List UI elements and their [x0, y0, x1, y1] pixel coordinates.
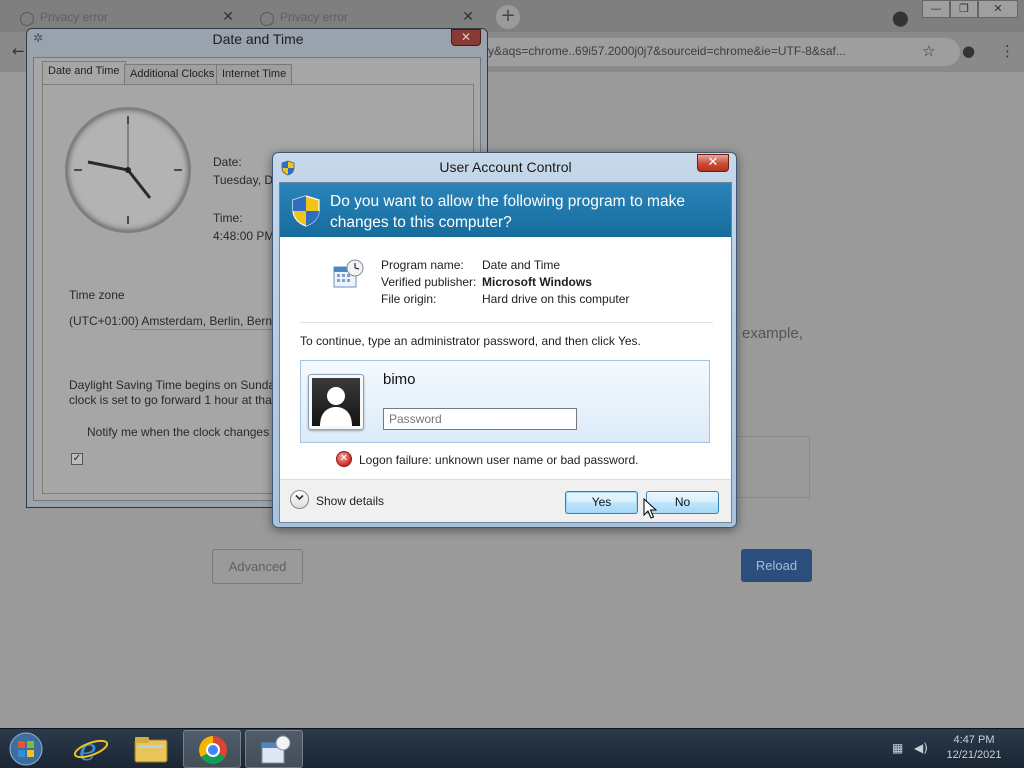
error-icon: ✕	[336, 451, 352, 467]
new-tab-button[interactable]: +	[496, 5, 520, 29]
tab-additional-clocks[interactable]: Additional Clocks	[124, 64, 221, 84]
date-time-window-title: Date and Time	[212, 31, 304, 47]
error-message: Logon failure: unknown user name or bad …	[359, 453, 639, 467]
calendar-clock-icon	[261, 735, 291, 764]
password-field[interactable]	[383, 408, 577, 430]
analog-clock	[65, 107, 191, 233]
close-window-button[interactable]: ✕	[978, 0, 1018, 18]
close-button[interactable]: ✕	[697, 154, 729, 172]
close-icon[interactable]: ✕	[222, 8, 234, 25]
taskbar-chrome[interactable]	[183, 730, 241, 768]
file-origin-value: Hard drive on this computer	[482, 292, 630, 306]
program-name-value: Date and Time	[482, 258, 561, 272]
uac-shield-icon	[292, 195, 320, 227]
account-icon[interactable]: ●	[962, 42, 975, 60]
minimize-button[interactable]: —	[922, 0, 950, 18]
user-silhouette-icon	[312, 378, 360, 426]
system-clock[interactable]: 4:47 PM 12/21/2021	[944, 733, 1004, 763]
time-zone-label: Time zone	[69, 288, 125, 302]
svg-text:e: e	[79, 733, 97, 768]
tab-date-and-time[interactable]: Date and Time	[42, 61, 126, 85]
uac-banner: Do you want to allow the following progr…	[280, 183, 731, 237]
notify-checkbox[interactable]: ✓	[71, 453, 83, 465]
uac-title: User Account Control	[439, 159, 572, 175]
taskbar: e ▦ ◀) 4:47 PM 12/21/2021	[0, 728, 1024, 768]
page-details-box	[732, 436, 810, 498]
file-origin-label: File origin:	[381, 292, 437, 306]
taskbar-internet-explorer[interactable]: e	[62, 730, 120, 768]
back-arrow-icon[interactable]: ←	[12, 42, 25, 60]
uac-dialog: User Account Control ✕ Do you want to al…	[272, 152, 737, 528]
globe-icon	[20, 12, 34, 26]
star-icon[interactable]: ☆	[922, 42, 935, 60]
windows-logo-icon	[9, 732, 43, 766]
publisher-value: Microsoft Windows	[482, 275, 592, 289]
credential-tile[interactable]: bimo	[300, 360, 710, 443]
uac-footer: Show details Yes No	[280, 479, 731, 522]
menu-kebab-icon[interactable]: ⋮	[1000, 42, 1015, 60]
globe-icon	[260, 12, 274, 26]
continue-instructions: To continue, type an administrator passw…	[300, 334, 641, 348]
internet-explorer-icon: e	[73, 733, 109, 768]
profile-download-icon[interactable]: ⬤	[892, 9, 909, 27]
restore-button[interactable]: ❐	[950, 0, 978, 18]
yes-button[interactable]: Yes	[565, 491, 638, 514]
time-value: 4:48:00 PM	[213, 229, 275, 243]
dst-text-line1: Daylight Saving Time begins on Sunday	[69, 378, 282, 392]
start-button[interactable]	[6, 731, 46, 767]
reload-button[interactable]: Reload	[741, 549, 812, 582]
time-label: Time:	[213, 211, 243, 225]
calendar-clock-icon	[333, 259, 364, 288]
clock-date: 12/21/2021	[946, 749, 1002, 761]
mouse-pointer-icon	[643, 498, 657, 519]
dst-text-line2: clock is set to go forward 1 hour at tha…	[69, 393, 276, 407]
notify-label: Notify me when the clock changes	[87, 425, 270, 439]
date-label: Date:	[213, 155, 242, 169]
avatar	[308, 374, 364, 430]
taskbar-date-time[interactable]	[245, 730, 303, 768]
close-icon[interactable]: ✕	[462, 8, 474, 25]
chevron-down-icon[interactable]	[290, 490, 309, 509]
clock-face-icon	[74, 116, 182, 224]
page-body-text: example,	[742, 325, 803, 342]
folder-icon	[134, 737, 168, 763]
tab-title: Privacy error	[40, 10, 109, 24]
advanced-button[interactable]: Advanced	[212, 549, 303, 584]
program-name-label: Program name:	[381, 258, 464, 272]
uac-content: Do you want to allow the following progr…	[279, 182, 732, 523]
volume-icon[interactable]: ◀)	[914, 741, 928, 755]
username: bimo	[383, 371, 416, 388]
taskbar-windows-explorer[interactable]	[122, 730, 180, 768]
time-zone-value: (UTC+01:00) Amsterdam, Berlin, Bern, R	[69, 314, 288, 328]
uac-question: Do you want to allow the following progr…	[330, 193, 685, 231]
tab-title: Privacy error	[280, 10, 349, 24]
show-details-link[interactable]: Show details	[316, 494, 384, 508]
publisher-label: Verified publisher:	[381, 275, 477, 289]
address-text: y&aqs=chrome..69i57.2000j0j7&sourceid=ch…	[488, 44, 846, 58]
divider	[300, 322, 713, 323]
chrome-icon	[199, 736, 227, 764]
network-icon[interactable]: ▦	[892, 741, 903, 755]
close-button[interactable]: ✕	[451, 29, 481, 46]
tab-internet-time[interactable]: Internet Time	[216, 64, 293, 84]
clock-time: 4:47 PM	[953, 734, 995, 746]
